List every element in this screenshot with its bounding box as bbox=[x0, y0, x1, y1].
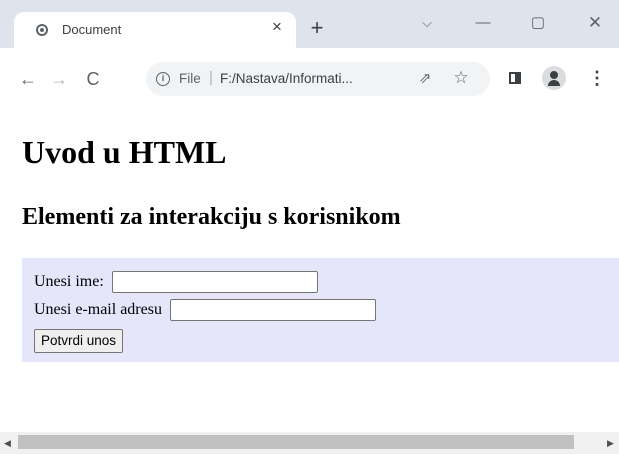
browser-window: Document × + ⌵ — ▢ ✕ ← → C i File | F:/N… bbox=[0, 0, 619, 454]
address-bar[interactable]: i File | F:/Nastava/Informati... ⇗ ☆ bbox=[146, 62, 490, 96]
email-row: Unesi e-mail adresu bbox=[34, 299, 376, 321]
address-scheme-label: File bbox=[179, 71, 201, 86]
reload-icon[interactable]: C bbox=[82, 68, 104, 90]
tab-strip: Document × + ⌵ — ▢ ✕ bbox=[0, 0, 619, 48]
scroll-left-arrow-icon[interactable]: ◀ bbox=[4, 438, 11, 449]
name-label: Unesi ime: bbox=[34, 273, 104, 290]
globe-icon bbox=[36, 24, 48, 36]
tab-title: Document bbox=[62, 22, 122, 37]
maximize-icon[interactable]: ▢ bbox=[523, 12, 553, 34]
user-form: Unesi ime: Unesi e-mail adresu Potvrdi u… bbox=[22, 258, 619, 362]
menu-icon[interactable]: ⋮ bbox=[588, 67, 606, 89]
address-url[interactable]: F:/Nastava/Informati... bbox=[220, 71, 353, 86]
section-heading: Elementi za interakciju s korisnikom bbox=[22, 204, 401, 230]
profile-icon[interactable] bbox=[542, 66, 566, 90]
close-icon[interactable]: × bbox=[268, 17, 286, 37]
info-icon[interactable]: i bbox=[156, 72, 170, 86]
plus-icon[interactable]: + bbox=[306, 17, 328, 39]
share-icon[interactable]: ⇗ bbox=[416, 70, 434, 88]
back-icon[interactable]: ← bbox=[17, 68, 39, 90]
name-row: Unesi ime: bbox=[34, 271, 318, 293]
window-close-icon[interactable]: ✕ bbox=[580, 12, 610, 34]
star-icon[interactable]: ☆ bbox=[452, 69, 470, 87]
horizontal-scrollbar[interactable]: ◀ ▶ bbox=[0, 432, 619, 454]
tab-document[interactable]: Document × bbox=[14, 12, 296, 48]
minimize-icon[interactable]: — bbox=[468, 12, 498, 34]
page-title: Uvod u HTML bbox=[22, 134, 227, 170]
email-label: Unesi e-mail adresu bbox=[34, 301, 162, 318]
forward-icon[interactable]: → bbox=[48, 68, 70, 90]
chevron-down-icon[interactable]: ⌵ bbox=[412, 12, 442, 34]
page-content: Uvod u HTML Elementi za interakciju s ko… bbox=[0, 112, 619, 432]
address-separator: | bbox=[209, 69, 213, 86]
side-panel-icon[interactable] bbox=[509, 72, 521, 84]
submit-button[interactable]: Potvrdi unos bbox=[34, 329, 124, 353]
browser-toolbar: ← → C i File | F:/Nastava/Informati... ⇗… bbox=[0, 48, 619, 112]
scroll-right-arrow-icon[interactable]: ▶ bbox=[607, 438, 614, 449]
name-input[interactable] bbox=[111, 271, 318, 293]
scroll-thumb[interactable] bbox=[18, 435, 574, 449]
email-input[interactable] bbox=[169, 299, 376, 321]
